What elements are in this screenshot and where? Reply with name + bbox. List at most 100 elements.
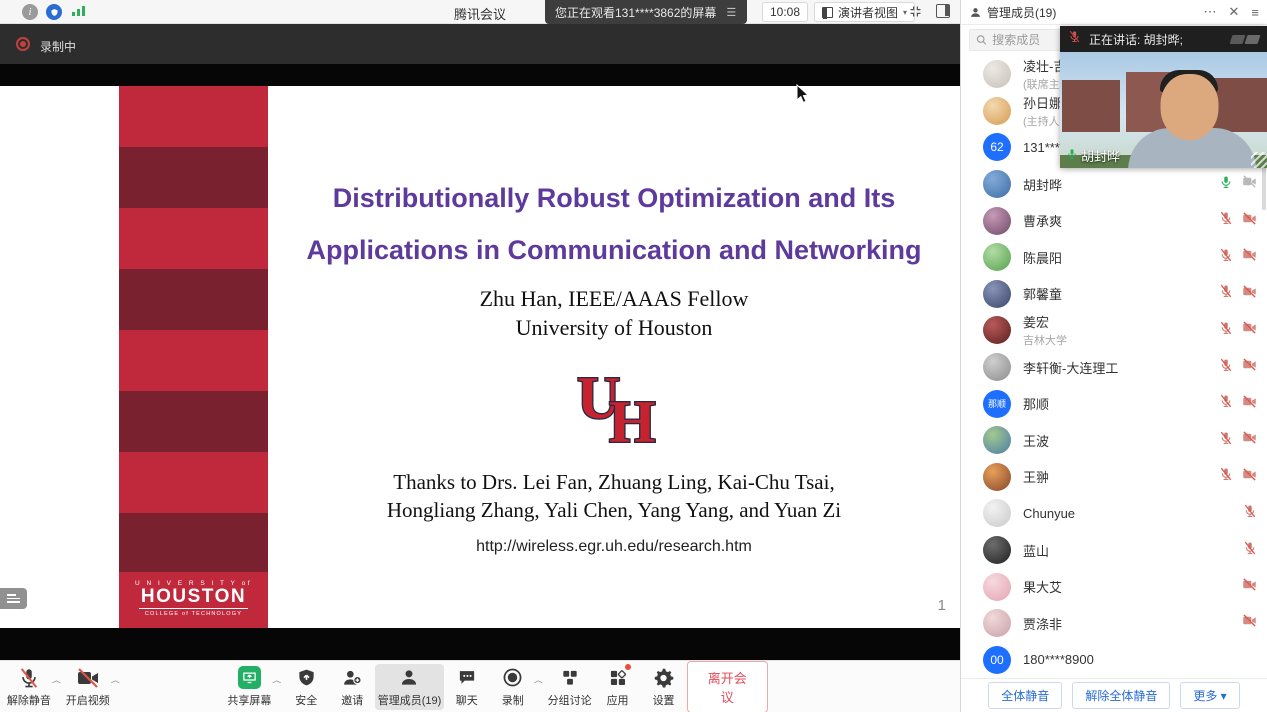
member-row[interactable]: 王波 [961, 422, 1267, 459]
member-info: 姜宏 吉林大学 [1023, 312, 1219, 348]
panel-more-icon[interactable]: ⋯ [1198, 4, 1223, 20]
annotation-toolbar-toggle[interactable] [0, 588, 27, 609]
member-row[interactable]: 李轩衡-大连理工 [961, 349, 1267, 386]
member-row[interactable]: 姜宏 吉林大学 [961, 312, 1267, 349]
member-status-icons [1219, 320, 1257, 340]
member-row[interactable]: 郭馨童 [961, 276, 1267, 313]
camera-off-icon[interactable] [1242, 320, 1257, 340]
toolbar-members-button[interactable]: 管理成员(19) [375, 664, 443, 710]
speaking-label: 正在讲话: 胡封晔; [1089, 31, 1183, 48]
side-panel-icon[interactable] [936, 4, 950, 18]
watching-notice[interactable]: 您正在观看131****3862的屏幕 ☰ [545, 0, 747, 24]
slide-page-number: 1 [938, 597, 946, 614]
member-row[interactable]: 果大艾 [961, 568, 1267, 605]
mic-muted-icon[interactable] [1219, 211, 1233, 230]
camera-off-icon[interactable] [1242, 430, 1257, 450]
mic-muted-icon[interactable] [1219, 431, 1233, 450]
mic-muted-icon[interactable] [1219, 248, 1233, 267]
camera-off-icon[interactable] [1242, 467, 1257, 487]
speaker-name-text: 胡封晔 [1081, 146, 1120, 165]
notification-dot [625, 664, 631, 670]
camera-off-icon[interactable] [1242, 174, 1257, 194]
member-info: 那顺 [1023, 394, 1219, 413]
toolbar-item-label: 开启视频 [66, 692, 110, 708]
brand-line3: COLLEGE of TECHNOLOGY [119, 611, 268, 617]
slide-thanks-block: Thanks to Drs. Lei Fan, Zhuang Ling, Kai… [272, 468, 956, 524]
members-icon [399, 666, 419, 690]
avatar [983, 207, 1011, 235]
toolbar-record-button[interactable]: 录制 [490, 664, 536, 710]
member-row[interactable]: 00 180****8900 [961, 642, 1267, 679]
mic-muted-icon[interactable] [1219, 394, 1233, 413]
toolbar-camera-off-button[interactable]: 开启视频 [63, 664, 113, 710]
mic-active-icon[interactable] [1219, 175, 1233, 194]
speaker-face [1160, 74, 1218, 140]
chevron-up-icon[interactable]: ︿ [272, 674, 281, 684]
view-switch-icon[interactable] [1245, 35, 1261, 44]
member-name: 陈晨阳 [1023, 248, 1219, 267]
camera-off-red-icon [76, 666, 100, 690]
security-shield-icon[interactable] [46, 4, 62, 20]
chevron-up-icon[interactable]: ︿ [534, 674, 543, 684]
uh-logo-letter-h: H [609, 389, 656, 452]
mute-all-button[interactable]: 全体静音 [988, 682, 1062, 709]
toolbar-gear-button[interactable]: 设置 [641, 664, 687, 710]
member-row[interactable]: 蓝山 [961, 532, 1267, 569]
uh-brand-block: U N I V E R S I T Y of HOUSTON COLLEGE o… [119, 572, 268, 628]
speaker-video-window[interactable]: 正在讲话: 胡封晔; 胡封晔 [1060, 26, 1267, 168]
resize-grip[interactable] [1251, 152, 1267, 168]
member-name: 贾涤非 [1023, 614, 1242, 633]
member-info: Chunyue [1023, 506, 1243, 521]
panel-menu-icon[interactable]: ≡ [1245, 5, 1259, 20]
camera-off-icon[interactable] [1242, 247, 1257, 267]
toolbar-apps-button[interactable]: 应用 [595, 664, 641, 710]
member-row[interactable]: 那顺 那顺 [961, 385, 1267, 422]
toolbar-invite-button[interactable]: 邀请 [329, 664, 375, 710]
network-signal-icon[interactable] [72, 6, 85, 16]
info-icon[interactable]: i [22, 4, 38, 20]
member-row[interactable]: Chunyue [961, 495, 1267, 532]
leave-meeting-button[interactable]: 离开会议 [687, 661, 768, 712]
member-info: 李轩衡-大连理工 [1023, 358, 1219, 377]
camera-off-icon[interactable] [1242, 211, 1257, 231]
toolbar-mic-off-button[interactable]: 解除静音 [4, 664, 54, 710]
panel-close-icon[interactable]: ✕ [1223, 4, 1246, 20]
slide-author: Zhu Han, IEEE/AAAS Fellow [272, 284, 956, 313]
toolbar-breakout-button[interactable]: 分组讨论 [545, 664, 595, 710]
view-switch-icon[interactable] [1230, 35, 1246, 44]
camera-off-icon[interactable] [1242, 284, 1257, 304]
toolbar-chat-button[interactable]: 聊天 [444, 664, 490, 710]
mic-muted-icon[interactable] [1243, 504, 1257, 523]
member-name: 胡封晔 [1023, 175, 1219, 194]
member-status-icons [1219, 430, 1257, 450]
more-button[interactable]: 更多 ▾ [1180, 682, 1239, 709]
speaker-video-header: 正在讲话: 胡封晔; [1060, 26, 1267, 52]
member-row[interactable]: 王翀 [961, 459, 1267, 496]
member-row[interactable]: 胡封晔 [961, 166, 1267, 203]
slide-url: http://wireless.egr.uh.edu/research.htm [272, 538, 956, 556]
chat-icon [457, 666, 477, 690]
camera-off-icon[interactable] [1242, 577, 1257, 597]
member-status-icons [1219, 247, 1257, 267]
member-row[interactable]: 曹承爽 [961, 202, 1267, 239]
unmute-all-button[interactable]: 解除全体静音 [1072, 682, 1170, 709]
notice-menu-icon[interactable]: ☰ [726, 6, 737, 19]
chevron-up-icon[interactable]: ︿ [52, 674, 61, 684]
camera-off-icon[interactable] [1242, 357, 1257, 377]
toolbar-screen-share-button[interactable]: 共享屏幕 [224, 664, 274, 710]
mic-muted-icon[interactable] [1219, 284, 1233, 303]
member-row[interactable]: 贾涤非 [961, 605, 1267, 642]
member-row[interactable]: 陈晨阳 [961, 239, 1267, 276]
camera-off-icon[interactable] [1242, 394, 1257, 414]
member-status-icons [1219, 394, 1257, 414]
toolbar-shield-button[interactable]: 安全 [283, 664, 329, 710]
chevron-up-icon[interactable]: ︿ [111, 674, 120, 684]
fullscreen-icon[interactable] [908, 4, 923, 24]
mic-muted-icon[interactable] [1219, 358, 1233, 377]
mic-muted-icon[interactable] [1243, 541, 1257, 560]
speaker-video-feed: 胡封晔 [1060, 52, 1267, 168]
mic-muted-icon[interactable] [1219, 321, 1233, 340]
view-mode-button[interactable]: 演讲者视图 ▾ [814, 2, 915, 22]
camera-off-icon[interactable] [1242, 613, 1257, 633]
mic-muted-icon[interactable] [1219, 467, 1233, 486]
